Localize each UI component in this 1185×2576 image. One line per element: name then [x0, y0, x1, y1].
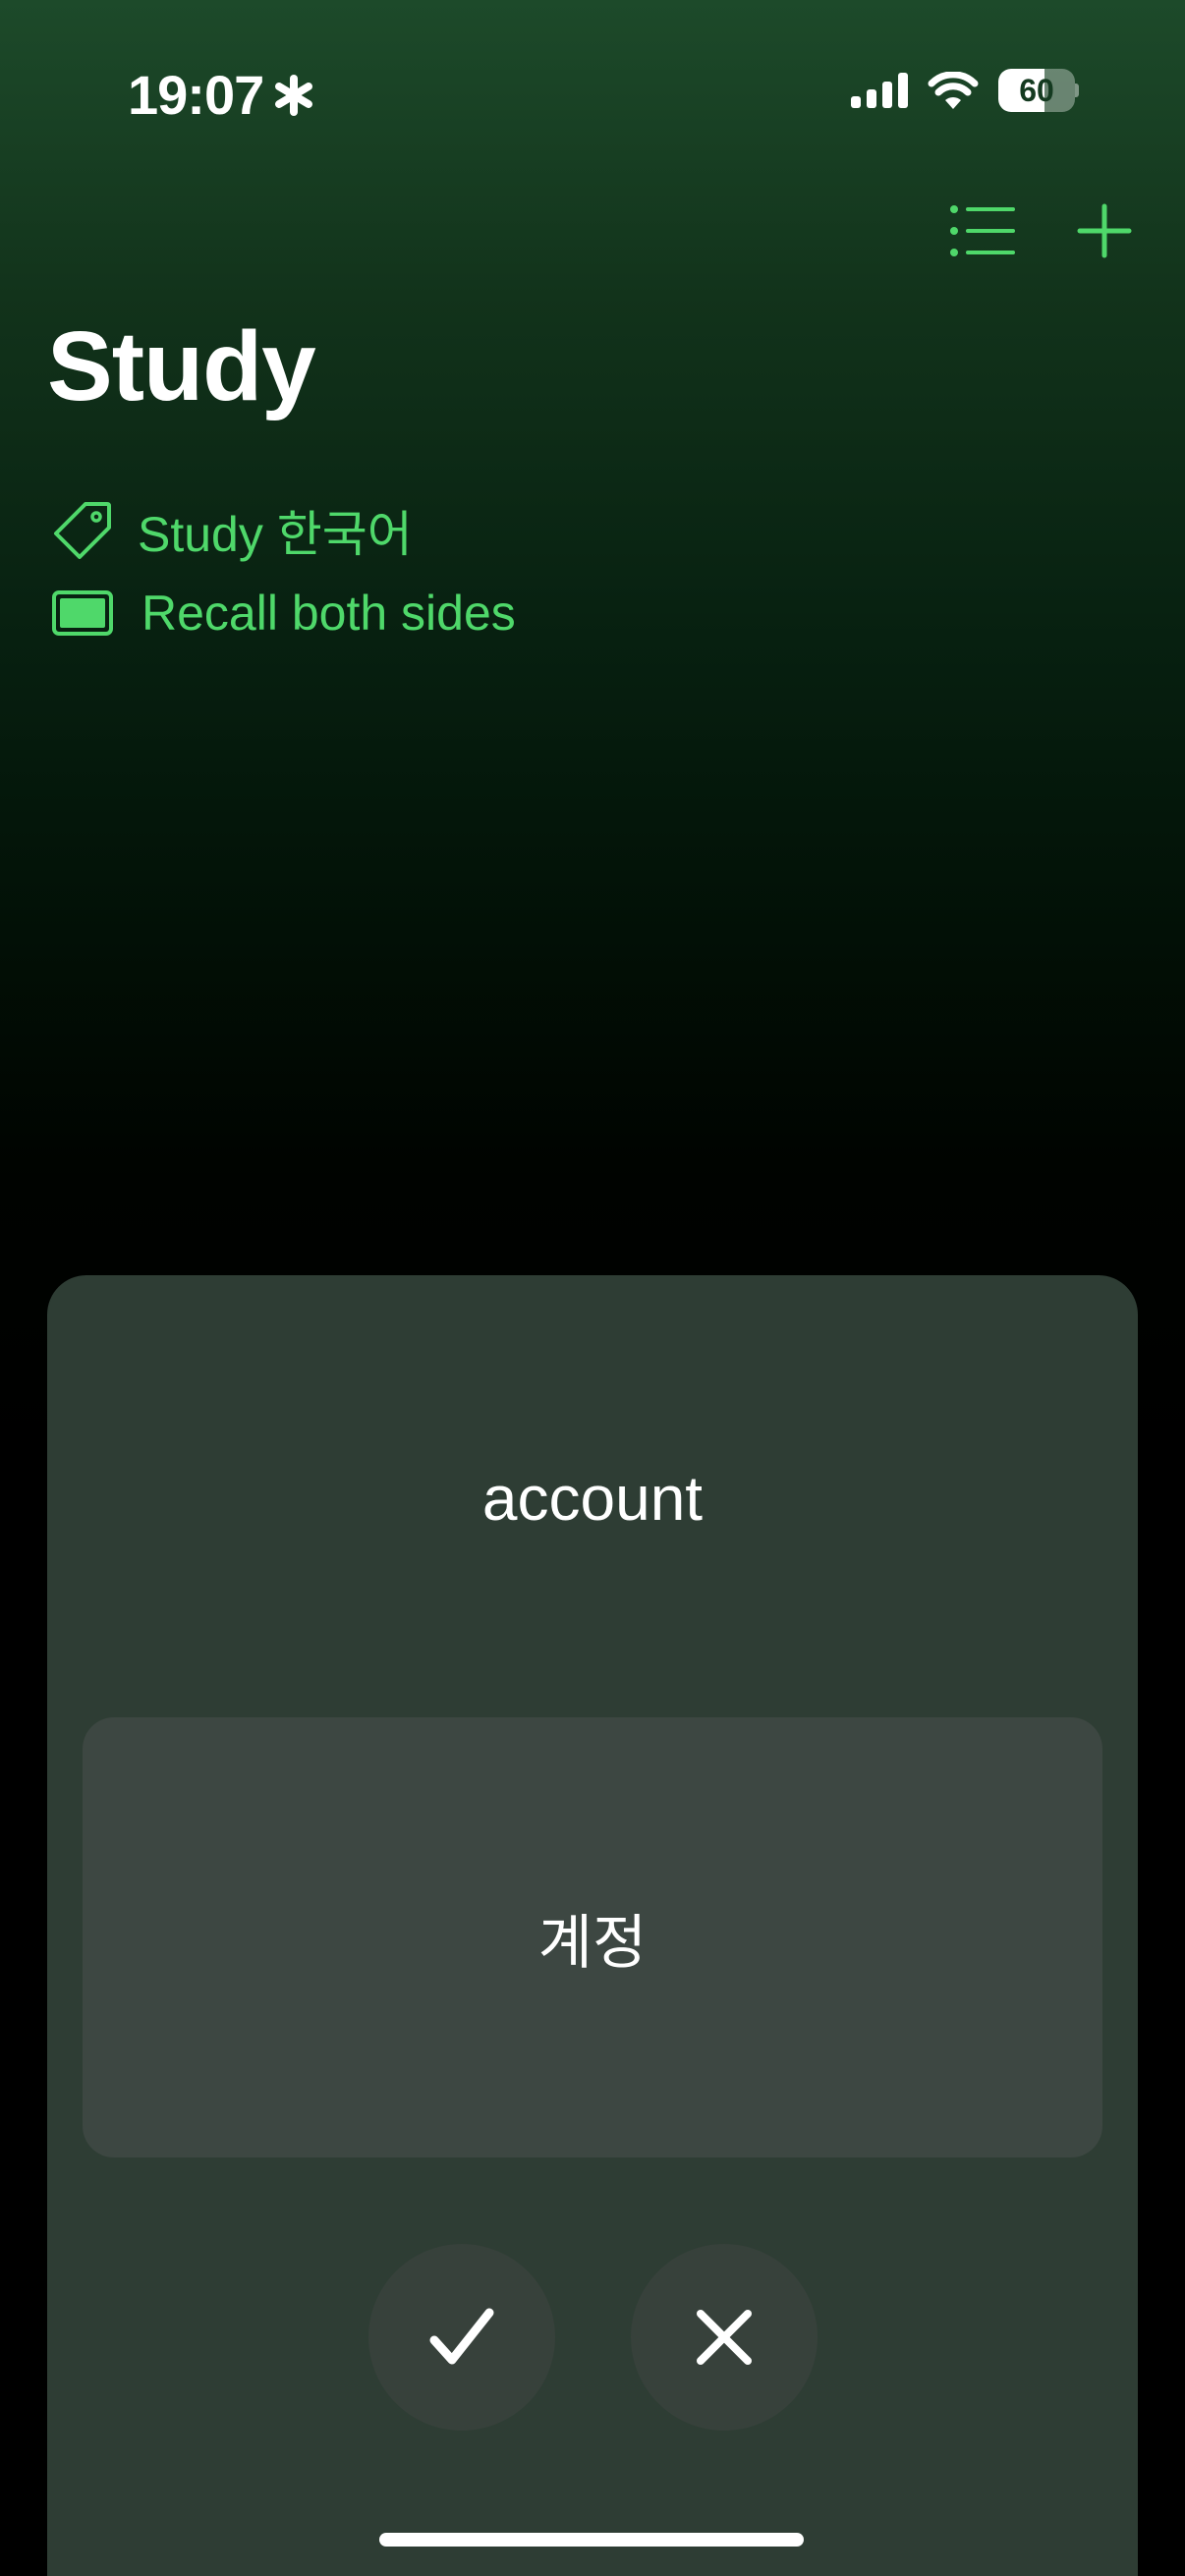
xmark-icon — [697, 2310, 752, 2365]
plus-icon — [1077, 203, 1132, 258]
asterisk-icon — [275, 75, 313, 116]
deck-selector[interactable]: Study 한국어 — [51, 495, 413, 566]
page-title: Study — [47, 311, 316, 421]
tag-icon — [51, 499, 114, 562]
study-mode-selector[interactable]: Recall both sides — [51, 582, 516, 644]
list-button[interactable] — [945, 196, 1020, 265]
mark-correct-button[interactable] — [368, 2244, 555, 2431]
list-icon — [950, 205, 1015, 256]
battery-level: 60 — [1019, 73, 1054, 108]
checkmark-icon — [429, 2308, 494, 2365]
wifi-icon — [928, 72, 979, 109]
deck-label: Study 한국어 — [138, 507, 413, 562]
card-front-text: account — [481, 1463, 704, 1534]
card-answer-area[interactable]: 계정 — [83, 1717, 1102, 2157]
card-back-text: 계정 — [537, 1908, 648, 1978]
status-time-text: 19:07 — [128, 64, 264, 126]
flashcard: account 계정 — [47, 1275, 1138, 2576]
add-button[interactable] — [1067, 196, 1142, 265]
mark-wrong-button[interactable] — [631, 2244, 818, 2431]
status-time: 19:07 — [128, 61, 314, 130]
study-mode-label: Recall both sides — [141, 586, 516, 641]
battery-indicator: 60 — [998, 69, 1079, 112]
signal-bars-icon — [851, 73, 908, 108]
card-rectangle-icon — [51, 582, 114, 644]
status-indicators: 60 — [851, 69, 1079, 112]
home-indicator[interactable] — [379, 2533, 804, 2547]
